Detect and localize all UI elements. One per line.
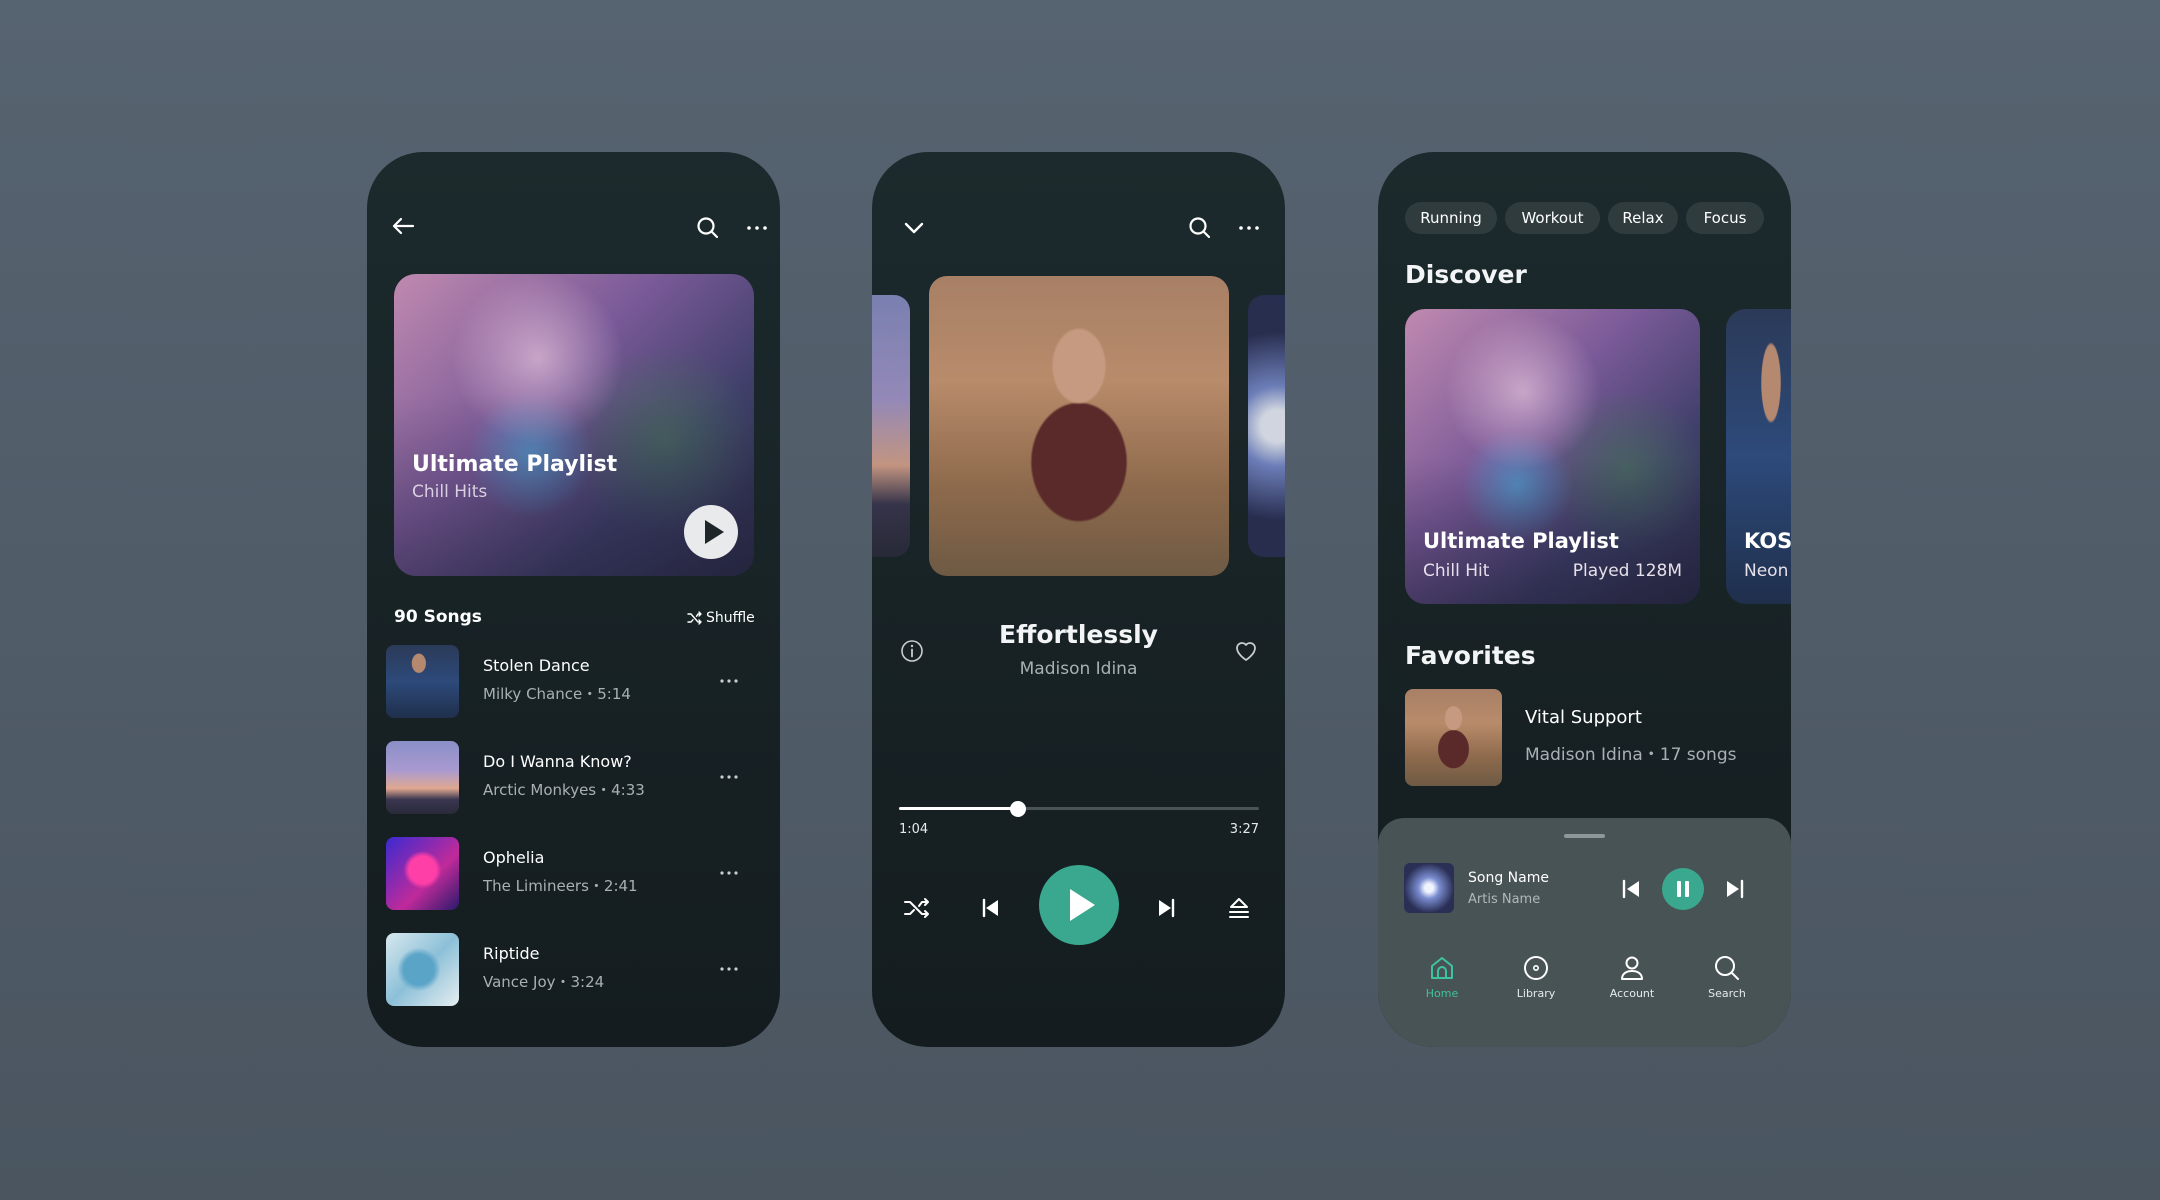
song-title: Do I Wanna Know? xyxy=(483,752,632,771)
playlist-screen: Ultimate Playlist Chill Hits 90 Songs Sh… xyxy=(367,152,780,1047)
favorite-thumbnail xyxy=(1405,689,1502,786)
arrow-left-icon[interactable] xyxy=(387,210,419,242)
song-meta: Milky Chance・5:14 xyxy=(483,685,631,703)
nav-home[interactable]: Home xyxy=(1402,953,1482,1000)
play-pause-button[interactable] xyxy=(1039,865,1119,945)
chip-relax[interactable]: Relax xyxy=(1608,202,1678,234)
discover-card[interactable]: Ultimate Playlist Chill Hit Played 128M xyxy=(1405,309,1700,604)
song-thumbnail xyxy=(386,645,459,718)
favorites-heading: Favorites xyxy=(1405,641,1536,670)
card-subtitle: Neon xyxy=(1744,561,1789,581)
more-icon[interactable] xyxy=(716,956,742,982)
playlist-subtitle: Chill Hits xyxy=(412,482,488,502)
mini-player-song: Song Name xyxy=(1468,870,1549,886)
list-item[interactable]: Stolen Dance Milky Chance・5:14 xyxy=(386,645,761,718)
song-thumbnail xyxy=(386,741,459,814)
list-item[interactable]: Riptide Vance Joy・3:24 xyxy=(386,933,761,1006)
song-meta: Arctic Monkyes・4:33 xyxy=(483,781,645,799)
search-icon[interactable] xyxy=(692,212,724,244)
previous-track-icon[interactable] xyxy=(975,893,1005,923)
album-art xyxy=(929,276,1229,576)
discover-heading: Discover xyxy=(1405,260,1527,289)
previous-album-art[interactable] xyxy=(872,295,910,557)
nav-label: Search xyxy=(1708,987,1746,1000)
search-icon xyxy=(1715,956,1739,980)
play-icon xyxy=(705,520,724,544)
song-title: Ophelia xyxy=(483,848,545,867)
library-icon xyxy=(1524,956,1548,980)
queue-icon[interactable] xyxy=(1224,893,1254,923)
chip-focus[interactable]: Focus xyxy=(1686,202,1764,234)
chip-workout[interactable]: Workout xyxy=(1505,202,1600,234)
duration-time: 3:27 xyxy=(1229,822,1259,837)
song-meta: Vance Joy・3:24 xyxy=(483,973,605,991)
play-icon xyxy=(1070,889,1095,921)
nav-label: Account xyxy=(1609,987,1655,1000)
search-icon[interactable] xyxy=(1184,212,1216,244)
elapsed-time: 1:04 xyxy=(899,822,929,837)
favorite-item[interactable]: Vital Support Madison Idina・17 songs xyxy=(1405,689,1765,787)
song-thumbnail xyxy=(386,933,459,1006)
discover-card[interactable]: KOSI Neon xyxy=(1726,309,1791,604)
song-title: Stolen Dance xyxy=(483,656,590,675)
list-item[interactable]: Do I Wanna Know? Arctic Monkyes・4:33 xyxy=(386,741,761,814)
more-icon[interactable] xyxy=(741,212,773,244)
bottom-panel: Song Name Artis Name Home Library Accoun… xyxy=(1378,818,1791,1047)
favorite-title: Vital Support xyxy=(1525,707,1642,728)
song-thumbnail xyxy=(386,837,459,910)
favorite-meta: Madison Idina・17 songs xyxy=(1525,745,1737,765)
card-title: Ultimate Playlist xyxy=(1423,529,1619,553)
shuffle-label: Shuffle xyxy=(706,610,755,626)
song-title: Riptide xyxy=(483,944,540,963)
progress-knob[interactable] xyxy=(1009,801,1026,817)
shuffle-icon[interactable] xyxy=(902,893,932,923)
play-button[interactable] xyxy=(684,505,738,559)
mini-player-thumbnail xyxy=(1404,863,1454,913)
account-icon xyxy=(1621,956,1643,980)
next-track-icon[interactable] xyxy=(1152,893,1182,923)
progress-slider[interactable] xyxy=(899,800,1259,817)
shuffle-icon xyxy=(687,611,702,625)
chip-running[interactable]: Running xyxy=(1405,202,1497,234)
mini-player-artist: Artis Name xyxy=(1468,892,1541,907)
shuffle-button[interactable]: Shuffle xyxy=(687,607,755,629)
nav-search[interactable]: Search xyxy=(1687,953,1767,1000)
player-screen: Effortlessly Madison Idina 1:04 3:27 xyxy=(872,152,1285,1047)
card-subtitle: Chill Hit xyxy=(1423,561,1490,581)
nav-label: Library xyxy=(1516,987,1556,1000)
next-track-icon[interactable] xyxy=(1722,876,1748,902)
next-album-art[interactable] xyxy=(1248,295,1285,557)
nav-library[interactable]: Library xyxy=(1496,953,1576,1000)
playlist-hero-image: Ultimate Playlist Chill Hits xyxy=(394,274,754,576)
pause-button[interactable] xyxy=(1662,868,1704,910)
more-icon[interactable] xyxy=(716,764,742,790)
more-icon[interactable] xyxy=(716,668,742,694)
heart-icon[interactable] xyxy=(1232,637,1260,665)
list-item[interactable]: Ophelia The Limineers・2:41 xyxy=(386,837,761,910)
previous-track-icon[interactable] xyxy=(1618,876,1644,902)
drag-handle[interactable] xyxy=(1564,834,1605,838)
song-meta: The Limineers・2:41 xyxy=(483,877,638,895)
pause-icon xyxy=(1677,881,1689,897)
discover-screen: Running Workout Relax Focus Discover Ult… xyxy=(1378,152,1791,1047)
song-count: 90 Songs xyxy=(394,607,482,627)
more-icon[interactable] xyxy=(1233,212,1265,244)
track-artist: Madison Idina xyxy=(1019,659,1138,679)
track-title: Effortlessly xyxy=(999,620,1158,649)
card-plays: Played 128M xyxy=(1572,561,1682,581)
nav-account[interactable]: Account xyxy=(1592,953,1672,1000)
nav-label: Home xyxy=(1425,987,1459,1000)
playlist-title: Ultimate Playlist xyxy=(412,452,618,477)
chevron-down-icon[interactable] xyxy=(898,212,930,244)
home-icon xyxy=(1431,957,1453,979)
progress-fill xyxy=(899,807,1018,810)
more-icon[interactable] xyxy=(716,860,742,886)
card-title: KOSI xyxy=(1744,529,1791,553)
